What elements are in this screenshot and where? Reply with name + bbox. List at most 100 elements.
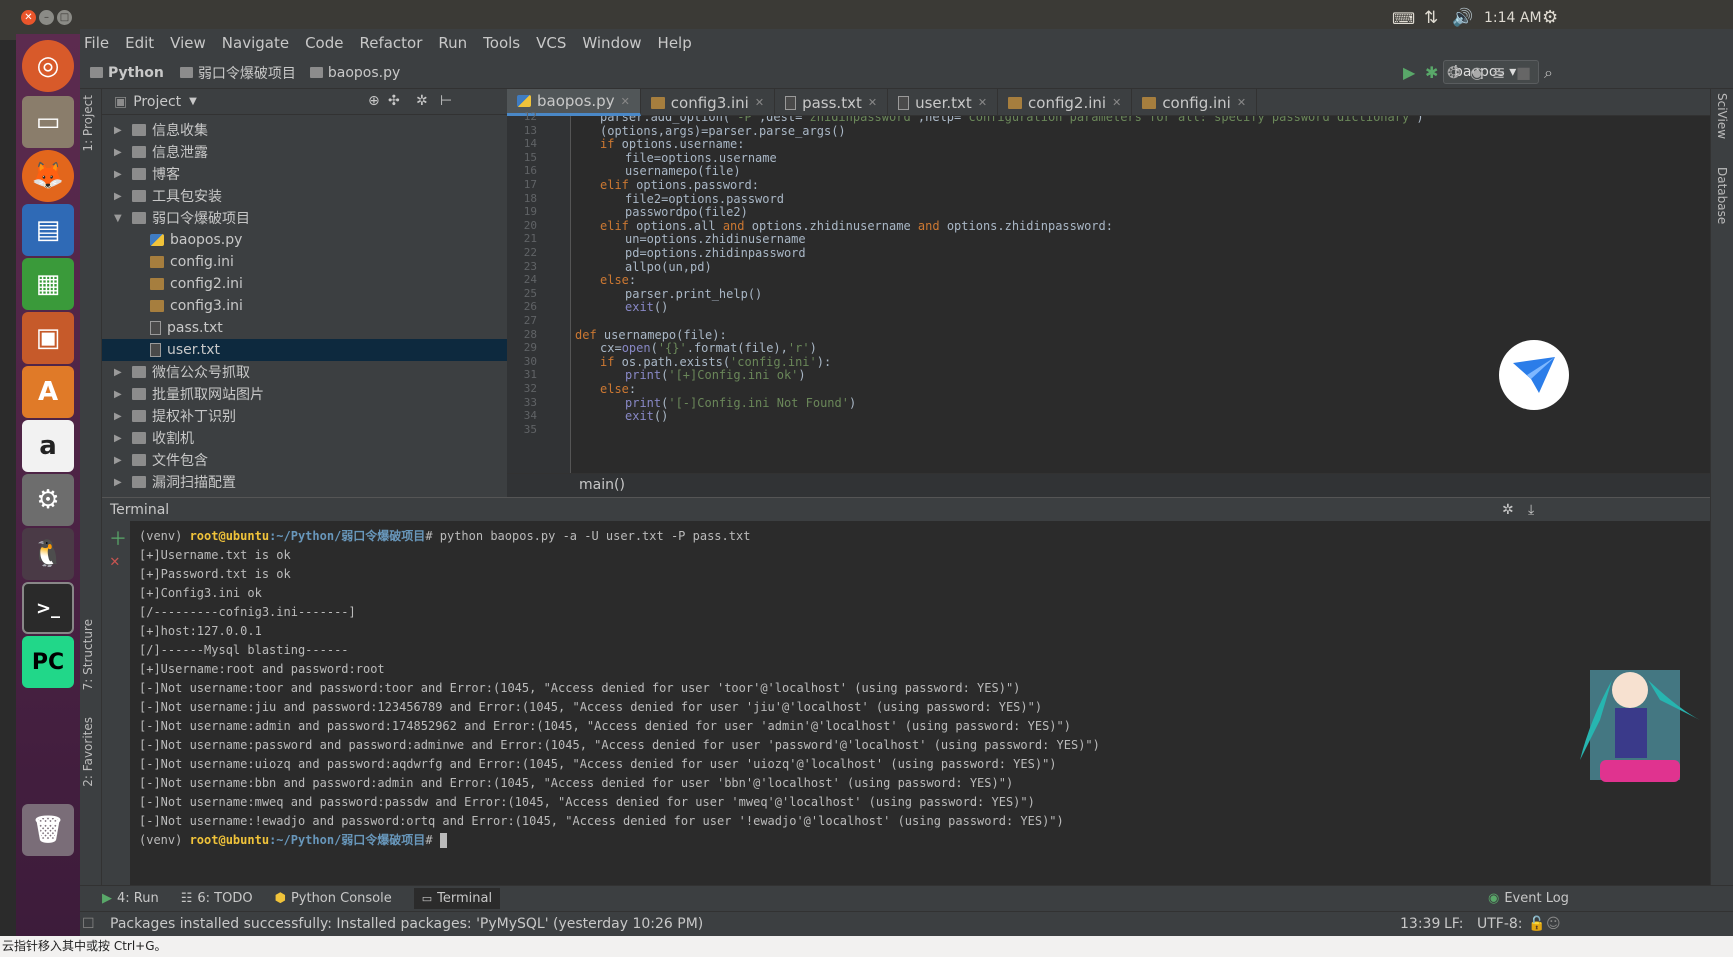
network-icon[interactable]: ⇅ [1424, 8, 1438, 28]
project-view-select[interactable]: Project [133, 94, 181, 110]
favorites-tool-tab[interactable]: 2: Favorites [81, 717, 95, 787]
chevron-right-icon[interactable]: ▶ [114, 191, 126, 202]
tree-item[interactable]: config.ini [102, 251, 507, 273]
menu-vcs[interactable]: VCS [536, 34, 566, 52]
pycharm-icon[interactable]: PC [22, 636, 74, 688]
menu-code[interactable]: Code [305, 34, 343, 52]
menu-tools[interactable]: Tools [483, 34, 520, 52]
window-close-button[interactable]: ✕ [21, 10, 36, 25]
terminal-tool-tab[interactable]: ▭ Terminal [413, 888, 501, 909]
menu-window[interactable]: Window [582, 34, 641, 52]
run-icon[interactable]: ▶ [1403, 63, 1415, 82]
tree-item[interactable]: ▼ 弱口令爆破项目 [102, 207, 507, 229]
chevron-right-icon[interactable]: ▶ [114, 433, 126, 444]
tree-item[interactable]: ▶ 收割机 [102, 427, 507, 449]
tree-item[interactable]: ▶ 信息泄露 [102, 141, 507, 163]
menu-view[interactable]: View [170, 34, 206, 52]
menu-run[interactable]: Run [438, 34, 467, 52]
editor-tab[interactable]: config2.ini ✕ [998, 89, 1133, 116]
run-tool-tab[interactable]: ▶ 4: Run [102, 891, 159, 906]
chevron-right-icon[interactable]: ▶ [114, 455, 126, 466]
file-encoding[interactable]: UTF-8: [1477, 912, 1523, 936]
files-icon[interactable]: ▭ [22, 96, 74, 148]
gear-icon[interactable]: ✲ [1502, 498, 1514, 522]
chevron-down-icon[interactable]: ▼ [189, 96, 197, 107]
breadcrumb-project-folder[interactable]: 弱口令爆破项目 [179, 63, 296, 83]
search-everywhere-icon[interactable]: ⌕ [1544, 63, 1553, 83]
chevron-right-icon[interactable]: ▶ [114, 125, 126, 136]
chevron-right-icon[interactable]: ▶ [114, 169, 126, 180]
editor-tab[interactable]: user.txt ✕ [888, 89, 999, 116]
code-breadcrumb[interactable]: main() [507, 473, 1710, 497]
settings-gear-icon[interactable]: ⚙ [1542, 7, 1558, 28]
terminal-panel[interactable]: ＋ ✕ (venv) root@ubuntu:~/Python/弱口令爆破项目#… [102, 521, 1710, 885]
tree-item[interactable]: baopos.py [102, 229, 507, 251]
tree-item[interactable]: pass.txt [102, 317, 507, 339]
tree-item[interactable]: ▶ 信息收集 [102, 119, 507, 141]
debug-icon[interactable]: ✱ [1425, 63, 1438, 82]
profile-icon[interactable]: ◉ [1470, 63, 1484, 82]
chevron-right-icon[interactable]: ▶ [114, 147, 126, 158]
clock[interactable]: 1:14 AM [1484, 10, 1542, 26]
menu-file[interactable]: File [84, 34, 109, 52]
software-center-icon[interactable]: A [22, 366, 74, 418]
close-session-icon[interactable]: ✕ [110, 551, 120, 570]
menu-refactor[interactable]: Refactor [359, 34, 422, 52]
coverage-icon[interactable]: ❂ [1447, 63, 1460, 82]
close-tab-icon[interactable]: ✕ [868, 96, 877, 109]
firefox-icon[interactable]: 🦊 [22, 150, 74, 202]
collapse-icon[interactable]: ✣ [388, 93, 400, 109]
menu-edit[interactable]: Edit [125, 34, 154, 52]
tree-item[interactable]: config2.ini [102, 273, 507, 295]
new-session-icon[interactable]: ＋ [109, 525, 127, 551]
editor-tab[interactable]: pass.txt ✕ [775, 89, 889, 116]
menu-help[interactable]: Help [658, 34, 692, 52]
status-toggle-icon[interactable]: ☐ [82, 912, 95, 936]
chevron-right-icon[interactable]: ▶ [114, 477, 126, 488]
tree-item[interactable]: ▶ 漏洞扫描配置 [102, 471, 507, 493]
chevron-right-icon[interactable]: ▶ [114, 411, 126, 422]
window-minimize-button[interactable]: – [39, 10, 54, 25]
tree-item[interactable]: ▶ 工具包安装 [102, 185, 507, 207]
chevron-right-icon[interactable]: ▶ [114, 367, 126, 378]
tree-item[interactable]: ▶ 文件包含 [102, 449, 507, 471]
inspector-icon[interactable]: ☺ [1546, 912, 1561, 936]
tree-item[interactable]: ▶ 微信公众号抓取 [102, 361, 507, 383]
database-tool-tab[interactable]: Database [1715, 167, 1729, 224]
window-maximize-button[interactable]: □ [57, 10, 72, 25]
stop-icon[interactable]: ■ [1516, 63, 1531, 82]
python-console-tool-tab[interactable]: ⬢ Python Console [275, 891, 392, 906]
code-view[interactable]: parser.add_option('-P',dest='zhidinpassw… [575, 116, 1675, 473]
chevron-down-icon[interactable]: ▼ [114, 213, 126, 224]
volume-icon[interactable]: 🔊 [1452, 8, 1473, 28]
close-tab-icon[interactable]: ✕ [621, 95, 630, 108]
structure-tool-tab[interactable]: 7: Structure [81, 619, 95, 690]
close-tab-icon[interactable]: ✕ [1237, 96, 1246, 109]
breadcrumb-file[interactable]: baopos.py [309, 65, 400, 81]
menu-navigate[interactable]: Navigate [222, 34, 289, 52]
concurrency-icon[interactable]: ≣ [1492, 63, 1505, 82]
impress-icon[interactable]: ▣ [22, 312, 74, 364]
status-message[interactable]: Packages installed successfully: Install… [110, 916, 703, 932]
writer-icon[interactable]: ▤ [22, 204, 74, 256]
ubuntu-dash-icon[interactable]: ◎ [22, 40, 74, 92]
line-separator[interactable]: LF: [1444, 912, 1463, 936]
event-log-tool-tab[interactable]: ◉ Event Log [1488, 891, 1569, 906]
system-settings-icon[interactable]: ⚙ [22, 474, 74, 526]
tree-item[interactable]: ▶ 批量抓取网站图片 [102, 383, 507, 405]
tree-item[interactable]: config3.ini [102, 295, 507, 317]
trash-icon[interactable]: 🗑 [22, 804, 74, 856]
hide-panel-icon[interactable]: ⤓ [1528, 498, 1534, 522]
gear-icon[interactable]: ✲ [416, 93, 428, 109]
sciview-tool-tab[interactable]: SciView [1715, 93, 1729, 139]
caret-position[interactable]: 13:39 [1400, 912, 1440, 936]
linux-tux-icon[interactable]: 🐧 [22, 528, 74, 580]
lock-icon[interactable]: 🔓 [1528, 912, 1545, 936]
editor-tab[interactable]: config3.ini ✕ [641, 89, 776, 116]
calc-icon[interactable]: ▦ [22, 258, 74, 310]
project-tool-tab[interactable]: 1: Project [81, 95, 95, 152]
close-tab-icon[interactable]: ✕ [755, 96, 764, 109]
keyboard-icon[interactable]: ⌨ [1392, 9, 1415, 28]
hide-panel-icon[interactable]: ⊢ [440, 93, 452, 109]
amazon-icon[interactable]: a [22, 420, 74, 472]
